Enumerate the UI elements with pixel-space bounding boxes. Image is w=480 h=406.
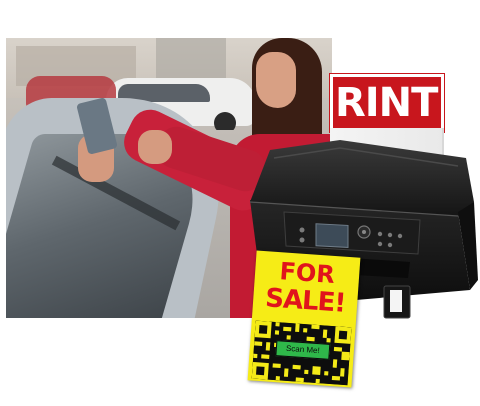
sale-heading: FOR SALE!: [260, 257, 352, 329]
printer-display: [315, 223, 349, 248]
print-banner: RINT: [329, 73, 445, 133]
banner-text: RINT: [335, 80, 438, 126]
composite-image: RINT FOR SALE! Scan Me!: [0, 0, 480, 406]
for-sale-sign: FOR SALE! Scan Me!: [247, 250, 361, 388]
sign-line-sale: SALE!: [264, 283, 347, 319]
